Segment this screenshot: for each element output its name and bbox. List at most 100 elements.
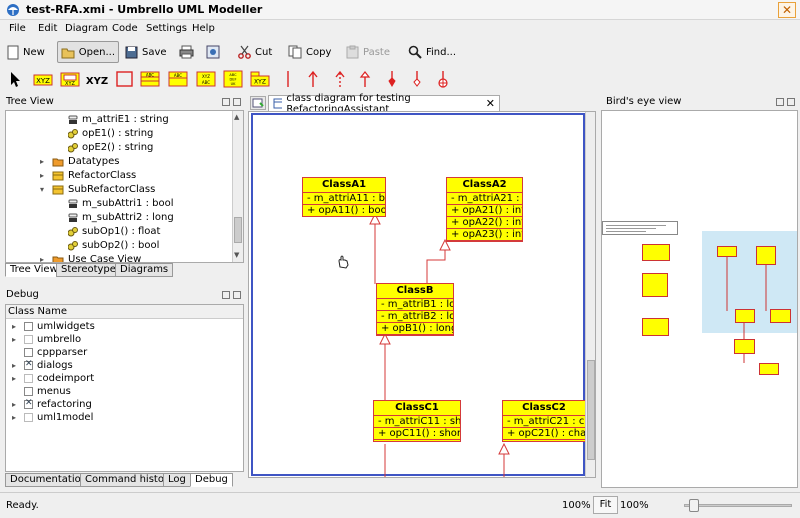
expand-arrow-icon[interactable]: ▸ [12,361,20,370]
class-box-classc1[interactable]: ClassC1 - m_attriC11 : short + opC11() :… [373,400,461,442]
paste-button[interactable]: Paste [343,41,393,63]
debug-close-button[interactable] [233,291,241,299]
debug-item[interactable]: cppparser [12,346,87,359]
menu-edit[interactable]: Edit [38,23,57,34]
birdseye-panel[interactable] [601,110,798,488]
checkbox[interactable] [24,348,33,357]
scroll-up-arrow-icon[interactable]: ▲ [234,113,239,121]
save-button[interactable]: Save [122,41,170,63]
aggregation-tool-icon[interactable] [382,69,402,89]
tree-item[interactable]: m_subAttri2 : long [68,211,174,224]
tree-view-float-button[interactable] [222,98,230,106]
export-image-button[interactable] [203,41,223,63]
class-box-classb[interactable]: ClassB - m_attriB1 : long - m_attriB2 : … [376,283,454,336]
debug-item[interactable]: ▸ umlwidgets [12,320,95,333]
class-box-classc2[interactable]: ClassC2 - m_attriC21 : char + opC21() : … [502,400,586,442]
birdseye-close-button[interactable] [787,98,795,106]
tab-diagrams[interactable]: Diagrams [115,263,174,277]
checkbox[interactable] [24,374,33,383]
text-tool-icon[interactable]: XYZ [86,69,108,89]
tree-view-scrollbar[interactable]: ▲ ▼ [232,111,243,262]
new-button[interactable]: New [4,41,48,63]
close-tab-icon[interactable]: ✕ [486,97,495,110]
window-close-button[interactable]: ✕ [778,2,796,18]
checkbox[interactable] [24,322,33,331]
package-tool-icon[interactable]: XYZ [249,69,271,89]
tab-log[interactable]: Log [163,473,191,487]
menu-code[interactable]: Code [112,23,138,34]
note-tool-icon[interactable]: XYZ [32,69,54,89]
collapse-arrow-icon[interactable]: ▾ [40,185,48,194]
debug-item[interactable]: ▸refactoring [12,398,92,411]
birdseye-float-button[interactable] [776,98,784,106]
zoom-slider-track[interactable] [684,504,792,507]
diagram-scroll-thumb[interactable] [587,360,595,460]
directional-association-icon[interactable] [303,69,323,89]
open-button[interactable]: Open... [57,41,119,63]
tree-item[interactable]: opE2() : string [68,141,153,154]
checkbox-checked[interactable] [24,359,33,370]
anchor-tool-icon[interactable]: XYZ [59,69,81,89]
tab-debug[interactable]: Debug [190,473,233,487]
expand-arrow-icon[interactable]: ▸ [12,322,20,331]
tree-item[interactable]: opE1() : string [68,127,153,140]
containment-tool-icon[interactable] [433,69,453,89]
menu-diagram[interactable]: Diagram [65,23,108,34]
diagram-scrollbar[interactable] [585,112,595,477]
tree-item[interactable]: ▾ SubRefactorClass [40,183,155,196]
menu-help[interactable]: Help [192,23,215,34]
checkbox[interactable] [24,335,33,344]
scroll-down-arrow-icon[interactable]: ▼ [234,251,239,259]
expand-arrow-icon[interactable]: ▸ [12,374,20,383]
tab-class-diagram[interactable]: class diagram for testing RefactoringAss… [268,93,500,115]
datatype-tool-icon[interactable]: XYZABC [195,69,217,89]
expand-arrow-icon[interactable]: ▸ [40,157,48,166]
tree-item[interactable]: m_subAttri1 : bool [68,197,173,210]
expand-arrow-icon[interactable]: ▸ [40,255,48,262]
tree-item[interactable]: ▸ RefactorClass [40,169,136,182]
composition-tool-icon[interactable] [407,69,427,89]
association-tool-icon[interactable] [278,69,298,89]
find-button[interactable]: Find... [405,41,459,63]
print-button[interactable] [176,41,197,63]
checkbox[interactable] [24,413,33,422]
interface-tool-icon[interactable]: ABC [167,69,189,89]
fit-button[interactable]: Fit [593,496,618,514]
diagram-canvas[interactable]: ClassA1 - m_attriA11 : bool + opA11() : … [248,111,596,478]
dependency-tool-icon[interactable] [330,69,350,89]
debug-item[interactable]: ▸dialogs [12,359,73,372]
expand-arrow-icon[interactable]: ▸ [40,171,48,180]
checkbox[interactable] [24,387,33,396]
class-box-classa2[interactable]: ClassA2 - m_attriA21 : int + opA21() : i… [446,177,523,242]
debug-item[interactable]: ▸ umbrello [12,333,81,346]
copy-button[interactable]: Copy [285,41,334,63]
tree-item[interactable]: ▸ Datatypes [40,155,119,168]
menu-file[interactable]: File [9,23,26,34]
expand-arrow-icon[interactable]: ▸ [12,400,20,409]
column-header[interactable]: Class Name [6,305,243,319]
debug-item[interactable]: menus [12,385,71,398]
generalization-tool-icon[interactable] [355,69,375,89]
tab-tree-view[interactable]: Tree View [5,263,63,277]
debug-float-button[interactable] [222,291,230,299]
expand-arrow-icon[interactable]: ▸ [12,413,20,422]
zoom-slider-handle[interactable] [689,499,699,512]
tree-item[interactable]: m_attriE1 : string [68,113,169,126]
debug-item[interactable]: ▸ uml1model [12,411,93,424]
cut-button[interactable]: Cut [235,41,275,63]
debug-item[interactable]: ▸ codeimport [12,372,94,385]
menu-settings[interactable]: Settings [146,23,187,34]
class-tool-icon[interactable]: ABC [139,69,161,89]
select-arrow-icon[interactable] [6,69,26,89]
new-diagram-tab-button[interactable] [250,96,266,110]
tree-item[interactable]: subOp2() : bool [68,239,159,252]
tree-item[interactable]: subOp1() : float [68,225,160,238]
tree-view-close-button[interactable] [233,98,241,106]
enum-tool-icon[interactable]: ABCDEFUK [222,69,244,89]
checkbox-checked[interactable] [24,398,33,409]
tree-view-scroll-thumb[interactable] [234,217,242,243]
class-box-classa1[interactable]: ClassA1 - m_attriA11 : bool + opA11() : … [302,177,386,217]
box-tool-icon[interactable] [115,69,135,89]
tree-item[interactable]: ▸ Use Case View [40,253,141,262]
expand-arrow-icon[interactable]: ▸ [12,335,20,344]
